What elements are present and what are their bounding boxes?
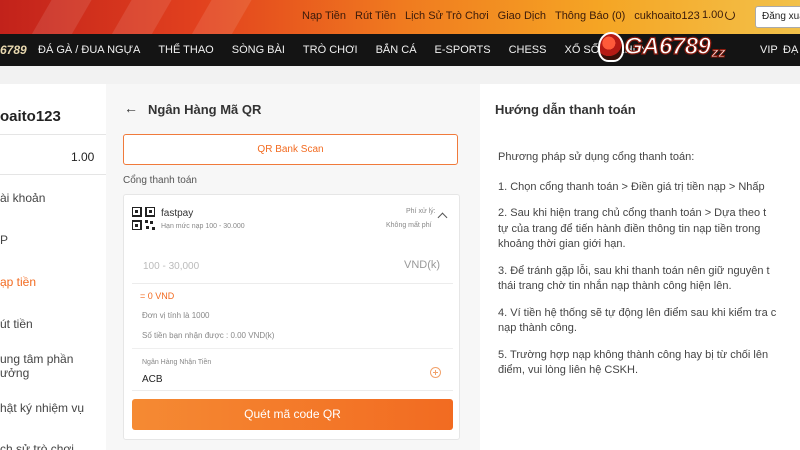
- amount-unit: VND(k): [404, 259, 441, 271]
- gateway-fee-value: Không mất phí: [386, 222, 432, 229]
- nav-item-esports[interactable]: E-SPORTS: [435, 44, 491, 56]
- guide-intro: Phương pháp sử dụng cổng thanh toán:: [498, 151, 695, 163]
- sidebar-item-mission-log[interactable]: hật ký nhiệm vụ: [0, 401, 84, 415]
- page-title: Ngân Hàng Mã QR: [148, 102, 262, 117]
- sidebar-item-deposit[interactable]: ạp tiền: [0, 275, 36, 289]
- receiving-bank-label: Ngân Hàng Nhận Tiền: [142, 359, 212, 366]
- gateway-limit: Hạn mức nạp 100 - 30.000: [161, 223, 245, 230]
- guide-step-line: 4. Ví tiền hệ thống sẽ tự động lên điểm …: [498, 306, 777, 319]
- guide-step: 2. Sau khi hiện trang chủ cổng thanh toá…: [498, 206, 800, 253]
- sidebar-item-withdraw[interactable]: út tiền: [0, 317, 33, 331]
- receiving-bank-select[interactable]: Ngân Hàng Nhận Tiền ACB: [132, 353, 453, 391]
- guide-step-line: 1. Chọn cổng thanh toán > Điền giá trị t…: [498, 180, 765, 193]
- sidebar-item-rewards-line1: ung tâm phần: [0, 352, 74, 366]
- guide-title: Hướng dẫn thanh toán: [495, 102, 636, 117]
- decorative-ray: [96, 0, 184, 34]
- qr-bank-scan-button[interactable]: QR Bank Scan: [123, 134, 458, 165]
- gateway-name: fastpay: [161, 208, 194, 219]
- top-balance-value: 1.00: [702, 9, 724, 21]
- nav-item-fishing[interactable]: BẮN CÁ: [376, 44, 417, 56]
- payment-guide-panel: Hướng dẫn thanh toán Phương pháp sử dụng…: [480, 84, 800, 450]
- nav-item-casino[interactable]: SÒNG BÀI: [232, 44, 285, 56]
- guide-step: 1. Chọn cổng thanh toán > Điền giá trị t…: [498, 180, 800, 196]
- sidebar-item-vip[interactable]: P: [0, 233, 8, 247]
- plus-circle-icon[interactable]: [430, 367, 441, 378]
- link-transactions[interactable]: Giao Dịch: [498, 10, 546, 22]
- brand-logo: GA6789 zz: [598, 22, 758, 72]
- receiving-bank-value: ACB: [142, 374, 163, 385]
- nav-item-agent[interactable]: ĐẠ: [783, 44, 798, 56]
- guide-step-line: điểm, vui lòng liên hệ CSKH.: [498, 364, 639, 376]
- gateway-fee-label: Phí xử lý:: [406, 208, 436, 215]
- sidebar-item-rewards-line2: ưởng: [0, 366, 30, 380]
- top-balance: 1.00: [702, 9, 736, 21]
- guide-step-line: 5. Trường hợp nạp không thành công hay b…: [498, 348, 769, 361]
- account-sidebar: oaito123 1.00 ài khoản P ạp tiền út tiền…: [0, 84, 106, 450]
- divider: [132, 348, 453, 349]
- nav-logo[interactable]: 6789: [0, 43, 27, 57]
- rooster-icon: [598, 32, 624, 62]
- sidebar-item-game-history[interactable]: ch sử trò chơi: [0, 442, 74, 450]
- decorative-ray: [176, 0, 264, 34]
- logout-button[interactable]: Đăng xuất: [755, 6, 800, 28]
- guide-step: 5. Trường hợp nạp không thành công hay b…: [498, 348, 800, 379]
- link-deposit[interactable]: Nạp Tiền: [302, 10, 346, 22]
- scan-qr-button[interactable]: Quét mã code QR: [132, 399, 453, 430]
- decorative-ray: [16, 0, 104, 34]
- refresh-icon[interactable]: [725, 10, 736, 20]
- qr-code-icon: [132, 207, 155, 230]
- guide-step-line: khoảng thời gian giới hạn.: [498, 238, 626, 250]
- back-arrow-icon[interactable]: ←: [124, 100, 138, 116]
- guide-step-line: nạp thành công.: [498, 322, 577, 334]
- guide-step-line: 2. Sau khi hiện trang chủ cổng thanh toá…: [498, 207, 767, 219]
- amount-input[interactable]: 100 - 30,000 VND(k): [132, 247, 453, 284]
- brand-logo-suffix: zz: [711, 44, 726, 61]
- divider: [0, 134, 106, 135]
- nav-item-vip[interactable]: VIP: [760, 44, 778, 56]
- nav-items: ĐÁ GÀ / ĐUA NGỰA THỂ THAO SÒNG BÀI TRÒ C…: [38, 44, 666, 56]
- top-links: Nạp Tiền Rút Tiền Lịch Sử Trò Chơi Giao …: [302, 10, 700, 22]
- link-notifications[interactable]: Thông Báo (0): [555, 10, 625, 22]
- link-game-history[interactable]: Lịch Sử Trò Chơi: [405, 10, 489, 22]
- sidebar-username: oaito123: [0, 108, 61, 125]
- sidebar-item-rewards[interactable]: ung tâm phần ưởng: [0, 352, 73, 380]
- sidebar-item-account[interactable]: ài khoản: [0, 191, 45, 205]
- guide-step-line: 3. Để tránh gặp lỗi, sau khi thanh toán …: [498, 264, 770, 277]
- link-withdraw[interactable]: Rút Tiền: [355, 10, 396, 22]
- guide-step: 4. Ví tiền hệ thống sẽ tự động lên điểm …: [498, 306, 800, 337]
- guide-step-line: tự của trang để tiến hành điền thông tin…: [498, 222, 761, 235]
- amount-placeholder: 100 - 30,000: [143, 261, 200, 272]
- gateway-card: fastpay Hạn mức nạp 100 - 30.000 Phí xử …: [123, 194, 460, 440]
- gateway-section-label: Cổng thanh toán: [123, 175, 197, 186]
- deposit-panel: ← Ngân Hàng Mã QR QR Bank Scan Cổng than…: [106, 84, 480, 450]
- amount-converted: = 0 VND: [140, 291, 175, 301]
- receive-amount-note: Số tiền bạn nhận được : 0.00 VND(k): [142, 331, 275, 340]
- nav-item-cockfight[interactable]: ĐÁ GÀ / ĐUA NGỰA: [38, 44, 140, 56]
- divider: [0, 174, 106, 175]
- nav-item-lottery[interactable]: XỔ SỐ: [564, 44, 599, 56]
- sidebar-balance: 1.00: [71, 150, 95, 164]
- guide-body: Phương pháp sử dụng cổng thanh toán: 1. …: [498, 150, 800, 390]
- guide-step: 3. Để tránh gặp lỗi, sau khi thanh toán …: [498, 264, 800, 295]
- chevron-up-icon[interactable]: [437, 212, 448, 223]
- unit-note: Đơn vị tính là 1000: [142, 311, 210, 320]
- nav-item-chess[interactable]: CHESS: [509, 44, 547, 56]
- brand-logo-text: GA6789: [623, 32, 711, 60]
- nav-item-sports[interactable]: THỂ THAO: [158, 44, 213, 56]
- nav-item-games[interactable]: TRÒ CHƠI: [303, 44, 358, 56]
- guide-step-line: thái trang chờ tin nhắn nạp thành công h…: [498, 280, 732, 292]
- username-link[interactable]: cukhoaito123: [634, 10, 699, 22]
